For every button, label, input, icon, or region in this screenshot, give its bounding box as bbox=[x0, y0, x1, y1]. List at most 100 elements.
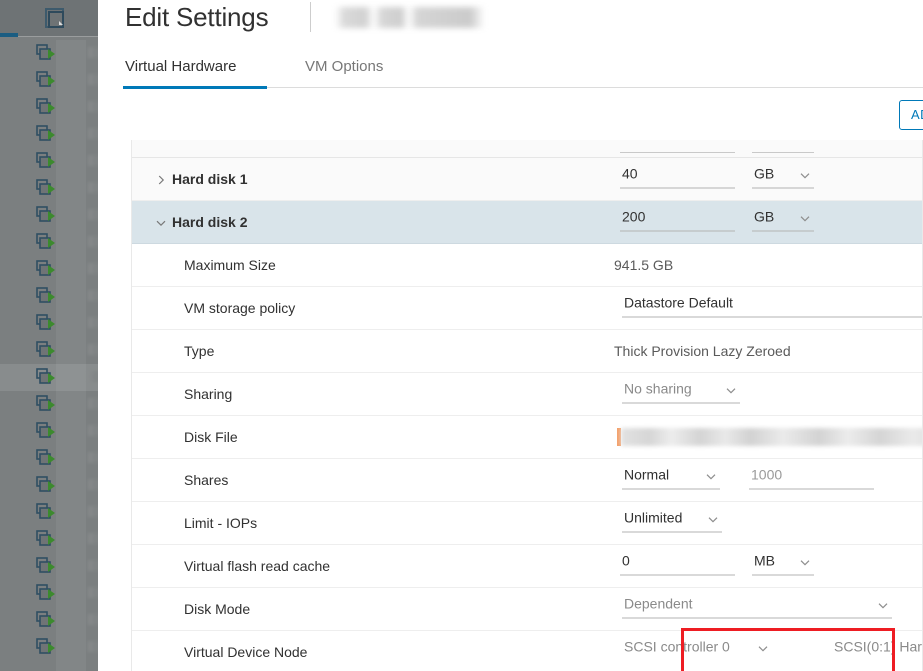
virtual-machine-icon bbox=[36, 422, 56, 441]
background-vm-row bbox=[0, 94, 110, 121]
chevron-down-icon bbox=[707, 513, 719, 525]
table-row[interactable]: Disk Filel.vmdk bbox=[132, 416, 922, 459]
background-vm-row bbox=[0, 337, 110, 364]
background-vm-row bbox=[0, 40, 110, 67]
shares-value-input-value: 1000 bbox=[751, 467, 782, 483]
background-vm-row bbox=[0, 580, 110, 607]
row-label: Hard disk 2 bbox=[172, 214, 247, 230]
row-value: Thick Provision Lazy Zeroed bbox=[614, 343, 791, 359]
disk-mode-select[interactable]: Dependent bbox=[622, 595, 892, 624]
background-vm-row bbox=[0, 364, 110, 391]
virtual-machine-icon bbox=[36, 206, 56, 225]
disk-mode-select-value: Dependent bbox=[624, 596, 693, 612]
row-select-value: No sharing bbox=[624, 381, 692, 397]
row-label: Maximum Size bbox=[184, 257, 276, 273]
row-label: Type bbox=[184, 343, 214, 359]
shares-level-select-value: Normal bbox=[624, 467, 669, 483]
virtual-machine-icon bbox=[36, 260, 56, 279]
disk-size-input-value: 40 bbox=[622, 166, 638, 182]
table-row[interactable]: Maximum Size941.5 GB bbox=[132, 244, 922, 287]
background-vm-row bbox=[0, 607, 110, 634]
table-row[interactable]: Hard disk 140GB bbox=[132, 158, 922, 201]
page-title: Edit Settings bbox=[125, 2, 268, 33]
tab-vm-options[interactable]: VM Options bbox=[305, 56, 383, 88]
row-select[interactable]: Unlimited bbox=[622, 509, 722, 538]
screen: Edit Settings Virtual Hardware VM Option… bbox=[0, 0, 923, 671]
virtual-machine-icon bbox=[36, 125, 56, 144]
virtual-machine-icon bbox=[36, 611, 56, 630]
row-label: Shares bbox=[184, 472, 228, 488]
background-vm-row bbox=[0, 121, 110, 148]
chevron-down-icon bbox=[799, 212, 811, 224]
disk-size-input[interactable]: 40 bbox=[620, 165, 735, 194]
row-label: Virtual flash read cache bbox=[184, 558, 330, 574]
background-vm-row bbox=[0, 283, 110, 310]
background-vm-row bbox=[0, 526, 110, 553]
virtual-device-node-value: SCSI(0:1) Hard disk 2 bbox=[834, 639, 923, 655]
row-label: Virtual Device Node bbox=[184, 644, 307, 660]
disk-file-path-redacted bbox=[621, 428, 923, 446]
virtual-machine-icon bbox=[36, 287, 56, 306]
virtual-machine-icon bbox=[36, 71, 56, 90]
table-row[interactable]: Virtual flash read cache 0 MB bbox=[132, 545, 922, 588]
virtual-hardware-table: Hard disk 140GBHard disk 2200GBMaximum S… bbox=[131, 140, 923, 671]
disk-size-unit-select[interactable]: GB bbox=[752, 165, 814, 194]
virtual-device-controller-select[interactable]: SCSI controller 0 bbox=[622, 638, 772, 667]
chevron-down-icon bbox=[877, 599, 889, 611]
table-row[interactable]: Shares Normal 1000 bbox=[132, 459, 922, 502]
background-vm-row bbox=[0, 445, 110, 472]
title-divider bbox=[310, 2, 311, 32]
background-vm-row bbox=[0, 553, 110, 580]
table-row[interactable]: Type Thick Provision Lazy Zeroed bbox=[132, 330, 922, 373]
virtual-machine-icon bbox=[36, 314, 56, 333]
tab-bar: Virtual Hardware VM Options bbox=[98, 56, 923, 88]
virtual-machine-icon bbox=[36, 98, 56, 117]
chevron-down-icon[interactable] bbox=[155, 216, 167, 228]
chevron-down-icon bbox=[705, 470, 717, 482]
virtual-machine-icon bbox=[36, 395, 56, 414]
background-vm-row bbox=[0, 256, 110, 283]
virtual-machine-icon bbox=[36, 233, 56, 252]
virtual-machine-icon bbox=[36, 638, 56, 657]
chevron-down-icon bbox=[799, 556, 811, 568]
document-icon bbox=[42, 4, 68, 32]
disk-size-unit-select-value: GB bbox=[754, 166, 774, 182]
background-vm-row bbox=[0, 391, 110, 418]
table-row[interactable]: Disk Mode Dependent bbox=[132, 588, 922, 631]
row-select-value: Datastore Default bbox=[624, 295, 733, 311]
table-row[interactable]: VM storage policyDatastore Default bbox=[132, 287, 922, 330]
table-row[interactable]: Limit - IOPsUnlimited bbox=[132, 502, 922, 545]
chevron-down-icon bbox=[725, 384, 737, 396]
virtual-device-node-select[interactable]: SCSI(0:1) Hard disk 2 bbox=[832, 638, 923, 667]
disk-size-input-value: 200 bbox=[622, 209, 645, 225]
disk-size-unit-select[interactable]: GB bbox=[752, 208, 814, 237]
background-vm-row bbox=[0, 175, 110, 202]
row-select[interactable]: Datastore Default bbox=[622, 294, 923, 323]
virtual-machine-icon bbox=[36, 44, 56, 63]
virtual-machine-icon bbox=[36, 584, 56, 603]
background-vm-row bbox=[0, 418, 110, 445]
vflash-input[interactable]: 0 bbox=[620, 552, 735, 581]
background-vm-row bbox=[0, 634, 110, 661]
row-label: Disk Mode bbox=[184, 601, 250, 617]
table-row[interactable]: Hard disk 2 200 GB bbox=[132, 201, 922, 244]
vflash-unit-select[interactable]: MB bbox=[752, 552, 814, 581]
background-vm-row bbox=[0, 472, 110, 499]
shares-value-input[interactable]: 1000 bbox=[749, 466, 874, 495]
shares-level-select[interactable]: Normal bbox=[622, 466, 720, 495]
chevron-right-icon[interactable] bbox=[155, 173, 167, 185]
add-new-device-button[interactable]: ADD NEW DEVICE bbox=[899, 100, 923, 130]
background-vm-row bbox=[0, 67, 110, 94]
background-vm-row bbox=[0, 229, 110, 256]
disk-size-input[interactable]: 200 bbox=[620, 208, 735, 237]
table-row[interactable]: Sharing No sharing bbox=[132, 373, 922, 416]
row-label: Sharing bbox=[184, 386, 232, 402]
row-select[interactable]: No sharing bbox=[622, 380, 740, 409]
vflash-input-value: 0 bbox=[622, 553, 630, 569]
background-divider bbox=[18, 36, 110, 37]
disk-file-value[interactable]: l.vmdk bbox=[617, 428, 917, 446]
chevron-down-icon bbox=[799, 169, 811, 181]
tab-virtual-hardware[interactable]: Virtual Hardware bbox=[125, 56, 236, 88]
background-vm-row bbox=[0, 202, 110, 229]
table-row[interactable]: Virtual Device Node SCSI controller 0 SCSI… bbox=[132, 631, 922, 671]
